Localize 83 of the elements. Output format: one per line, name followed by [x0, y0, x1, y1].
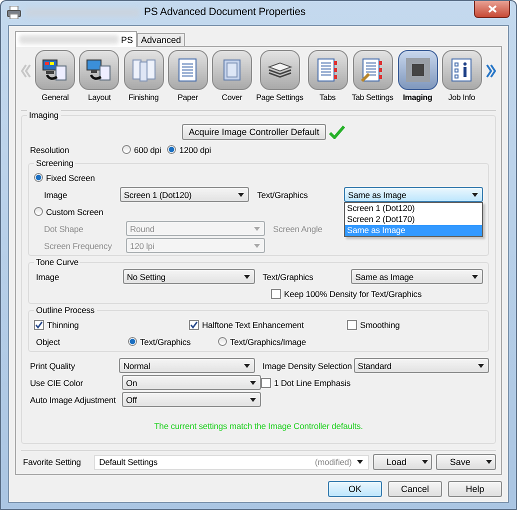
caret-icon [422, 460, 428, 464]
caret-icon [472, 274, 478, 278]
field-label: Text/Graphics [262, 272, 314, 282]
caret-icon [486, 460, 492, 464]
monitor-icon [86, 57, 112, 83]
checkbox[interactable] [271, 288, 281, 298]
checkbox-option[interactable]: Halftone Text Enhancement [189, 320, 341, 330]
checkbox-option[interactable]: Smoothing [347, 320, 400, 330]
status-message: The current settings match the Image Controller defaults. [153, 421, 364, 433]
radio-button[interactable] [34, 207, 43, 216]
tab[interactable]: Advanced [137, 33, 186, 46]
group-title: Tone Curve [34, 257, 80, 267]
field-label: Screen Angle [272, 224, 322, 234]
field-label: Auto Image Adjustment [29, 394, 117, 404]
square-icon [404, 57, 431, 83]
field-label: Object [35, 336, 61, 346]
printer-icon [7, 6, 21, 18]
dropdown[interactable]: On [122, 375, 261, 390]
caret-icon [244, 364, 250, 368]
radio-button[interactable] [218, 337, 227, 346]
group-title: Imaging [27, 110, 61, 120]
radio-option[interactable]: 600 dpi [122, 144, 162, 154]
checkbox-option[interactable]: Keep 100% Density for Text/Graphics [271, 288, 422, 298]
caret-icon [478, 364, 484, 368]
caret-icon [356, 460, 363, 464]
dialog-button[interactable]: Help [448, 481, 502, 497]
radio-option[interactable]: 1200 dpi [167, 144, 212, 154]
checkbox[interactable] [34, 320, 44, 330]
dropdown[interactable]: Standard [354, 358, 489, 373]
dropdown[interactable]: Off [122, 392, 261, 407]
field-label: Image [44, 190, 68, 200]
radio-option[interactable]: Text/Graphics [128, 336, 212, 346]
window-title: PS Advanced Document Properties [144, 6, 306, 18]
group-title: Outline Process [34, 305, 96, 315]
radio-button[interactable] [34, 173, 43, 182]
checkbox[interactable] [189, 320, 199, 330]
caret-icon [254, 226, 260, 230]
computer-icon [42, 57, 68, 83]
radio-button[interactable] [122, 145, 131, 154]
acquire-button[interactable]: Acquire Image Controller Default [182, 124, 326, 140]
checkbox[interactable] [261, 378, 271, 388]
group-title: Screening [34, 158, 76, 168]
caret-icon [250, 380, 256, 384]
caret-icon [244, 274, 250, 278]
field-label: Image [35, 272, 60, 282]
dropdown[interactable]: No Setting [122, 269, 255, 284]
caret-icon [472, 192, 478, 196]
tab[interactable]: PS [15, 31, 138, 47]
close-button[interactable] [474, 1, 510, 18]
dropdown[interactable]: Same as Image [344, 187, 484, 202]
field-label: Text/Graphics [256, 190, 309, 200]
dropdown[interactable]: Normal [119, 358, 255, 373]
caret-icon [238, 192, 244, 196]
radio-button[interactable] [167, 145, 176, 154]
field-label: Image Density Selection [262, 360, 353, 370]
checkbox-option[interactable]: 1 Dot Line Emphasis [261, 378, 351, 388]
caret-icon [254, 244, 260, 248]
dropdown-option[interactable]: Screen 2 (Dot170) [345, 214, 482, 225]
dialog-button[interactable]: Cancel [388, 481, 442, 497]
load-button[interactable]: Load [372, 454, 432, 470]
dropdown[interactable]: Same as Image [351, 269, 484, 284]
field-label: Print Quality [29, 360, 76, 370]
checkmark-icon [329, 125, 346, 139]
field-label: Favorite Setting [22, 457, 82, 467]
favorite-dropdown[interactable]: Default Settings (modified) [94, 454, 369, 470]
caret-icon [250, 398, 256, 402]
save-button[interactable]: Save [436, 454, 496, 470]
dropdown[interactable]: Screen 1 (Dot120) [120, 187, 250, 202]
pages-icon [130, 57, 157, 83]
radio-option[interactable]: Text/Graphics/Image [218, 336, 306, 346]
radio-button[interactable] [128, 337, 137, 346]
close-icon [488, 5, 496, 13]
field-label: Resolution [29, 144, 70, 154]
dropdown-option[interactable]: Screen 1 (Dot120) [345, 203, 482, 214]
checkbox[interactable] [347, 320, 357, 330]
radio-option[interactable]: Custom Screen [34, 206, 104, 216]
field-label: Dot Shape [44, 224, 84, 234]
field-label: Screen Frequency [44, 240, 113, 250]
checkbox-option[interactable]: Thinning [34, 320, 183, 330]
radio-option[interactable]: Fixed Screen [34, 172, 95, 182]
dialog-button[interactable]: OK [328, 481, 382, 497]
scroll-right-icon[interactable] [486, 64, 496, 78]
field-label: Use CIE Color [29, 378, 84, 388]
